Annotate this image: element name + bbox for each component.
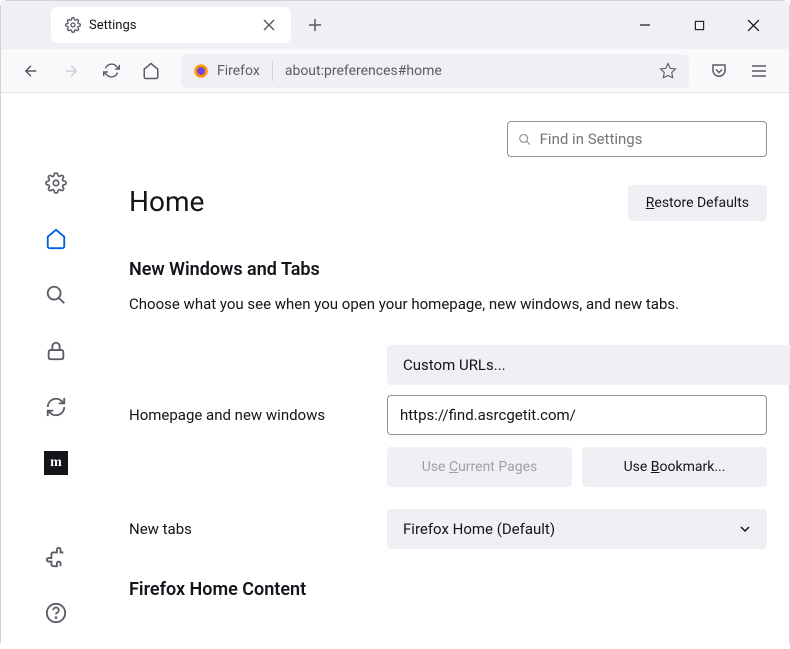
window-controls <box>625 9 781 41</box>
sidebar-item-search[interactable] <box>38 277 74 313</box>
newtabs-select[interactable]: Firefox Home (Default) <box>387 509 767 549</box>
homepage-label: Homepage and new windows <box>129 406 387 424</box>
bookmark-star-icon[interactable] <box>659 62 677 80</box>
search-input[interactable] <box>540 130 756 148</box>
use-bookmark-button[interactable]: Use Bookmark... <box>582 447 767 487</box>
urlbar-host: Firefox <box>217 63 260 79</box>
settings-main: Home Restore Defaults New Windows and Ta… <box>111 93 789 649</box>
app-menu-button[interactable] <box>741 53 777 89</box>
minimize-button[interactable] <box>625 9 665 41</box>
browser-toolbar: Firefox about:preferences#home <box>1 49 789 93</box>
section-home-content-title: Firefox Home Content <box>129 579 767 600</box>
gear-icon <box>65 17 81 33</box>
sidebar-item-extensions[interactable] <box>38 539 74 575</box>
back-button[interactable] <box>13 53 49 89</box>
section-windows-tabs-title: New Windows and Tabs <box>129 259 767 280</box>
homepage-mode-value: Custom URLs... <box>403 356 506 374</box>
window-titlebar: Settings <box>1 1 789 49</box>
use-current-pages-button[interactable]: Use Current Pages <box>387 447 572 487</box>
forward-button[interactable] <box>53 53 89 89</box>
settings-sidebar: m <box>1 93 111 649</box>
close-icon[interactable] <box>261 17 277 33</box>
section-windows-tabs-desc: Choose what you see when you open your h… <box>129 294 767 315</box>
tab-title: Settings <box>89 18 253 33</box>
sidebar-item-more[interactable]: m <box>38 445 74 481</box>
reload-button[interactable] <box>93 53 129 89</box>
firefox-icon <box>193 63 209 79</box>
maximize-button[interactable] <box>679 9 719 41</box>
settings-search[interactable] <box>507 121 767 157</box>
search-icon <box>518 132 532 147</box>
new-tab-button[interactable] <box>299 9 331 41</box>
newtabs-value: Firefox Home (Default) <box>403 520 555 538</box>
sidebar-item-sync[interactable] <box>38 389 74 425</box>
sidebar-item-privacy[interactable] <box>38 333 74 369</box>
urlbar-path: about:preferences#home <box>285 63 442 79</box>
sidebar-item-general[interactable] <box>38 165 74 201</box>
page-title: Home <box>129 185 204 218</box>
url-bar[interactable]: Firefox about:preferences#home <box>181 54 689 88</box>
content-area: m Home Restore Defaults New Windows and … <box>1 93 789 649</box>
home-button[interactable] <box>133 53 169 89</box>
newtabs-label: New tabs <box>129 520 387 538</box>
urlbar-separator <box>272 61 273 81</box>
window-close-button[interactable] <box>733 9 773 41</box>
restore-defaults-button[interactable]: Restore Defaults <box>628 185 767 221</box>
sidebar-item-help[interactable] <box>38 595 74 631</box>
homepage-url-input[interactable] <box>387 395 767 435</box>
m-icon: m <box>44 451 68 475</box>
chevron-down-icon <box>739 523 751 535</box>
sidebar-item-home[interactable] <box>38 221 74 257</box>
browser-tab[interactable]: Settings <box>51 7 291 43</box>
pocket-button[interactable] <box>701 53 737 89</box>
homepage-mode-select[interactable]: Custom URLs... <box>387 345 790 385</box>
